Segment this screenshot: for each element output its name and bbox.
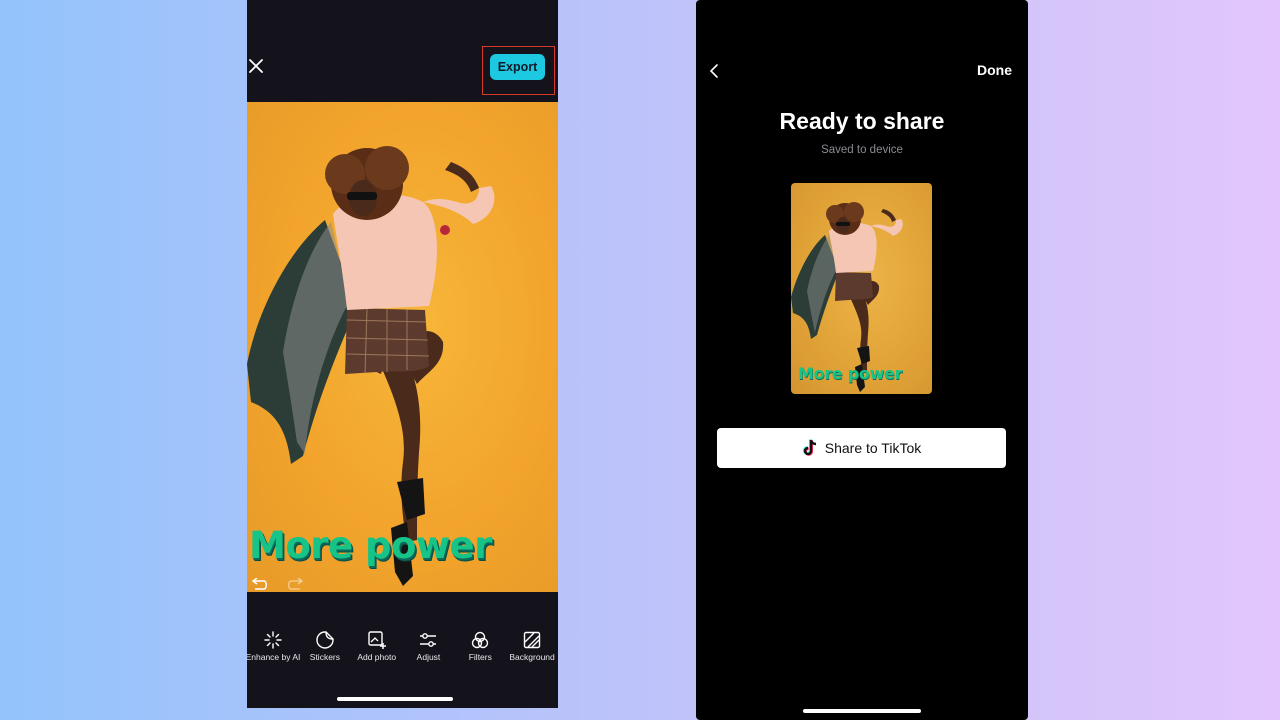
text-overlay[interactable]: More power <box>249 524 492 567</box>
tiktok-button-label: Share to TikTok <box>824 440 922 456</box>
tool-label: Adjust <box>416 652 441 662</box>
tool-enhance-by-ai[interactable]: Enhance by AI <box>247 630 301 662</box>
sparkle-icon <box>264 631 282 649</box>
share-screen: Done Ready to share Saved to device More… <box>696 0 1028 720</box>
export-preview: More power <box>791 183 932 394</box>
share-title: Ready to share <box>779 108 945 134</box>
tool-label: Add photo <box>357 652 397 662</box>
tool-label: Stickers <box>309 652 341 662</box>
export-button[interactable]: Export <box>490 54 545 80</box>
close-button[interactable] <box>247 56 265 76</box>
saved-status: Saved to device <box>821 144 903 156</box>
tool-adjust[interactable]: Adjust <box>403 630 455 662</box>
tool-label: Enhance by AI <box>247 652 301 662</box>
tool-stickers[interactable]: Stickers <box>299 630 351 662</box>
preview-subject <box>791 202 903 392</box>
redo-icon <box>288 577 304 590</box>
photo-subject <box>247 146 495 586</box>
undo-button[interactable] <box>250 577 270 592</box>
background-icon <box>523 631 541 649</box>
tool-filters[interactable]: Filters <box>454 630 506 662</box>
filters-icon <box>472 631 489 649</box>
tool-add-photo[interactable]: Add photo <box>351 630 403 662</box>
undo-icon <box>251 577 267 590</box>
editor-screen: Export More power Enhance by AI Stickers… <box>247 0 558 708</box>
tool-label: Filters <box>468 652 492 662</box>
sticker-icon <box>316 631 334 649</box>
share-to-tiktok-button[interactable]: Share to TikTok <box>717 428 1006 468</box>
add-photo-icon <box>367 631 386 649</box>
preview-text-overlay: More power <box>798 364 903 383</box>
tool-label: Background <box>509 652 555 662</box>
redo-button[interactable] <box>287 577 307 592</box>
done-button[interactable]: Done <box>962 62 1012 80</box>
photo-canvas[interactable]: More power <box>247 102 558 592</box>
home-indicator[interactable] <box>803 709 921 713</box>
close-icon <box>249 59 263 73</box>
sliders-icon <box>420 633 437 647</box>
tiktok-icon <box>802 439 816 456</box>
home-indicator[interactable] <box>337 697 453 701</box>
editor-toolbar: Enhance by AI Stickers Add photo Adjust … <box>247 630 558 674</box>
chevron-left-icon <box>709 64 718 78</box>
tool-background[interactable]: Background <box>506 630 558 662</box>
back-button[interactable] <box>708 62 724 80</box>
